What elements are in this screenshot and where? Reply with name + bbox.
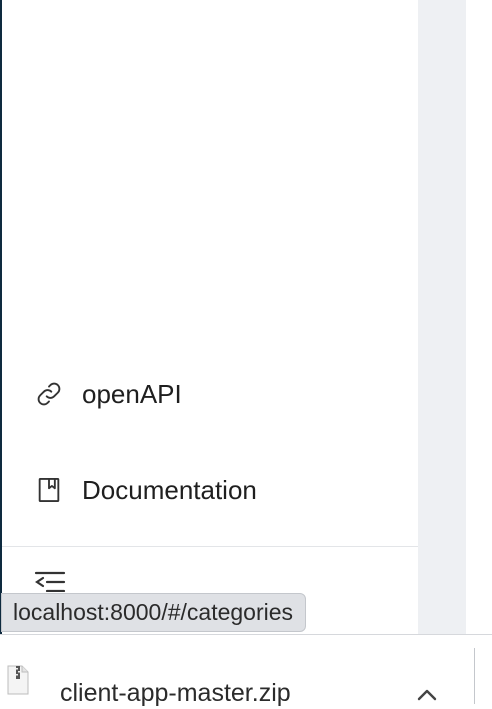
zip-file-icon bbox=[6, 665, 30, 695]
download-bar-separator bbox=[474, 648, 475, 704]
status-url-text: localhost:8000/#/categories bbox=[13, 599, 294, 625]
collapse-menu-icon bbox=[34, 571, 68, 592]
content-area bbox=[466, 0, 492, 704]
bookmark-icon bbox=[35, 476, 63, 504]
sidebar-item-openapi[interactable]: openAPI bbox=[2, 370, 418, 418]
sidebar-item-label: openAPI bbox=[82, 378, 182, 409]
status-url-tooltip: localhost:8000/#/categories bbox=[1, 593, 307, 632]
sidebar-item-documentation[interactable]: Documentation bbox=[2, 466, 418, 514]
link-icon bbox=[35, 380, 63, 408]
collapse-menu-button[interactable] bbox=[34, 566, 68, 592]
sidebar-item-label: Documentation bbox=[82, 474, 257, 505]
scrollbar-track[interactable] bbox=[418, 0, 466, 704]
download-bar: client-app-master.zip bbox=[0, 634, 492, 707]
chevron-up-icon[interactable] bbox=[412, 684, 442, 704]
sidebar-divider bbox=[2, 546, 418, 547]
